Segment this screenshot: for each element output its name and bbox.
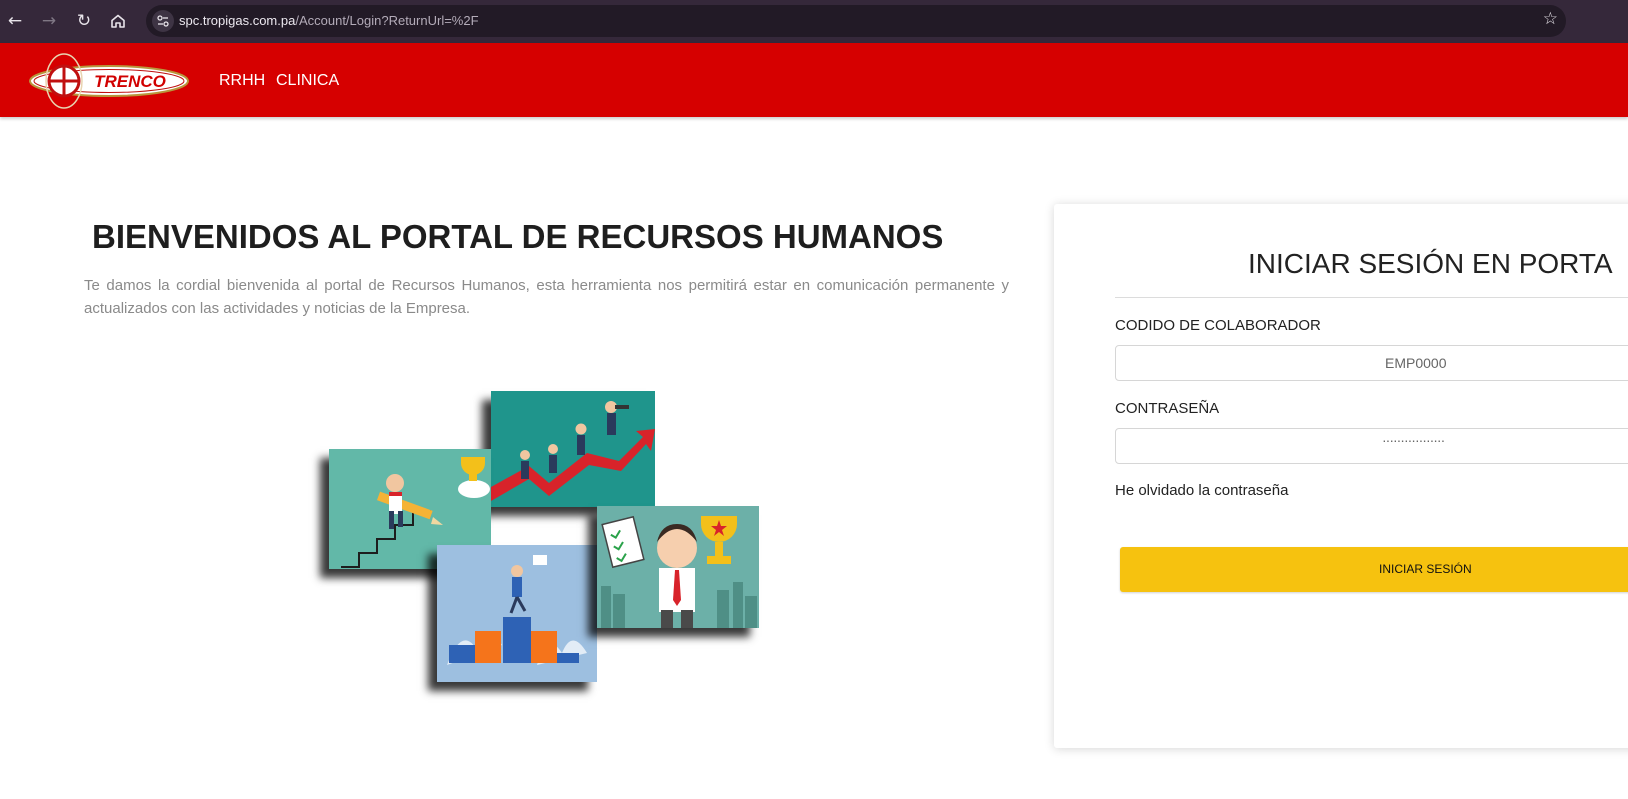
back-icon[interactable]: ←: [3, 9, 27, 33]
url-domain: spc.tropigas.com.pa: [179, 13, 296, 28]
password-masked-value: ·················: [1382, 432, 1445, 448]
password-field[interactable]: ·················: [1115, 428, 1628, 464]
site-header: TRENCO RRHH CLINICA: [0, 43, 1628, 117]
url-text[interactable]: spc.tropigas.com.pa/Account/Login?Return…: [179, 13, 479, 28]
welcome-description: Te damos la cordial bienvenida al portal…: [84, 277, 1009, 317]
growth-team-tile: [491, 391, 655, 507]
podium-tile: [437, 545, 597, 682]
employee-code-placeholder: EMP0000: [1385, 355, 1447, 371]
hr-illustration-collage: [310, 385, 770, 695]
trenco-logo[interactable]: TRENCO: [29, 53, 191, 109]
employee-code-label: CODIDO DE COLABORADOR: [1115, 317, 1321, 334]
page-title: BIENVENIDOS AL PORTAL DE RECURSOS HUMANO…: [92, 218, 944, 255]
login-submit-button[interactable]: INICIAR SESIÓN: [1120, 547, 1628, 592]
home-icon[interactable]: [106, 9, 130, 33]
address-bar[interactable]: spc.tropigas.com.pa/Account/Login?Return…: [146, 5, 1566, 37]
forgot-password-link[interactable]: He olvidado la contraseña: [1115, 482, 1288, 499]
logo-text: TRENCO: [94, 72, 166, 91]
reload-icon[interactable]: ↻: [72, 9, 96, 33]
bookmark-star-icon[interactable]: ☆: [1543, 9, 1558, 29]
forward-icon[interactable]: →: [37, 9, 61, 33]
login-submit-label: INICIAR SESIÓN: [1379, 562, 1472, 576]
browser-toolbar: ← → ↻ spc.tropigas.com.pa/Account/Login?…: [0, 0, 1628, 43]
site-info-icon[interactable]: [152, 10, 174, 32]
login-card: INICIAR SESIÓN EN PORTA CODIDO DE COLABO…: [1054, 204, 1628, 748]
login-divider: [1115, 297, 1628, 298]
nav-rrhh[interactable]: RRHH: [219, 72, 265, 90]
url-path: /Account/Login?ReturnUrl=%2F: [295, 13, 479, 28]
employee-code-field[interactable]: EMP0000: [1115, 345, 1628, 381]
login-title: INICIAR SESIÓN EN PORTA: [1248, 248, 1613, 279]
nav-clinica[interactable]: CLINICA: [276, 72, 339, 90]
trophy-winner-tile: [597, 506, 759, 628]
password-label: CONTRASEÑA: [1115, 400, 1220, 417]
